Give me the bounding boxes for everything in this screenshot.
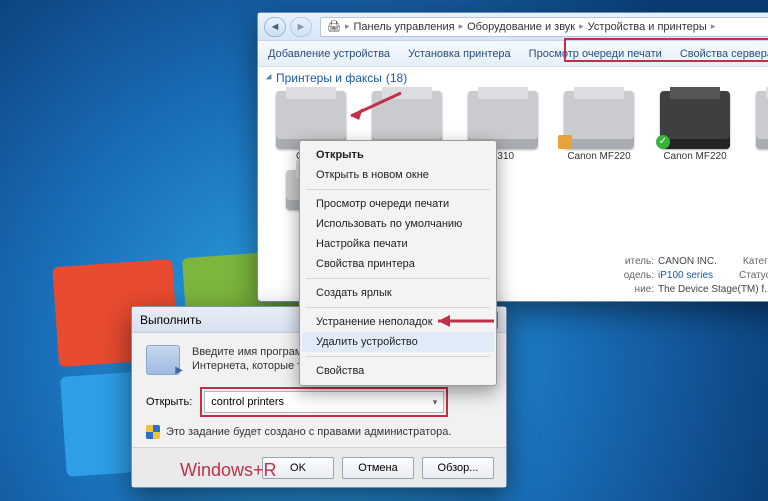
printer-label: Canon MF220: [663, 151, 726, 162]
section-header[interactable]: Принтеры и факсы (18): [258, 67, 768, 87]
titlebar[interactable]: ◄ ► 🖨 ▸ Панель управления ▸ Оборудование…: [258, 13, 768, 41]
breadcrumb-l3[interactable]: Устройства и принтеры: [588, 21, 707, 33]
chevron-right-icon: ▸: [579, 21, 584, 32]
hotkey-annotation: Windows+R: [180, 460, 277, 481]
detail-value: The Device Stage(TM) f...: [658, 284, 768, 295]
breadcrumb[interactable]: 🖨 ▸ Панель управления ▸ Оборудование и з…: [320, 17, 768, 37]
printer-item[interactable]: ✓ Canon MF220: [650, 91, 740, 162]
admin-note: Это задание будет создано с правами адми…: [166, 426, 451, 438]
run-icon: [146, 345, 180, 375]
detail-label: одель:: [606, 269, 654, 283]
ctx-properties[interactable]: Свойства: [302, 361, 494, 381]
details-pane: итель:CANON INC.Категория:Принтер одель:…: [606, 255, 768, 297]
breadcrumb-root[interactable]: Панель управления: [354, 21, 455, 33]
run-command-value: control printers: [211, 396, 284, 408]
cmd-add-printer[interactable]: Установка принтера: [408, 48, 511, 60]
ctx-printer-properties[interactable]: Свойства принтера: [302, 254, 494, 274]
uac-shield-icon: [146, 425, 160, 439]
ctx-open[interactable]: Открыть: [302, 145, 494, 165]
nav-forward-button[interactable]: ►: [290, 17, 312, 37]
printer-item[interactable]: Canon: [746, 91, 768, 162]
browse-button[interactable]: Обзор...: [422, 457, 494, 479]
cmd-add-device[interactable]: Добавление устройства: [268, 48, 390, 60]
chevron-down-icon: [266, 74, 274, 82]
chevron-right-icon: ▸: [711, 21, 716, 32]
context-menu: Открыть Открыть в новом окне Просмотр оч…: [299, 140, 497, 386]
nav-back-button[interactable]: ◄: [264, 17, 286, 37]
ctx-troubleshoot[interactable]: Устранение неполадок: [302, 312, 494, 332]
detail-value: CANON INC.: [658, 256, 717, 267]
command-bar: Добавление устройства Установка принтера…: [258, 41, 768, 67]
cmd-view-queue[interactable]: Просмотр очереди печати: [529, 48, 662, 60]
cmd-server-props[interactable]: Свойства сервера печат: [680, 48, 768, 60]
section-count: (18): [386, 71, 407, 85]
detail-label: Категория:: [743, 256, 768, 267]
overlay-icon: [558, 135, 572, 149]
run-title-text: Выполнить: [140, 313, 202, 327]
ctx-set-default[interactable]: Использовать по умолчанию: [302, 214, 494, 234]
open-label: Открыть:: [146, 396, 192, 408]
chevron-down-icon[interactable]: ▾: [433, 397, 438, 408]
annotation-highlight: control printers ▾: [200, 387, 448, 417]
printer-label: Canon MF220: [567, 151, 630, 162]
detail-label: итель:: [606, 255, 654, 269]
detail-label: Статус:: [739, 270, 768, 281]
ctx-open-new-window[interactable]: Открыть в новом окне: [302, 165, 494, 185]
detail-label: ние:: [606, 283, 654, 297]
detail-value[interactable]: iP100 series: [658, 270, 713, 281]
chevron-right-icon: ▸: [345, 21, 350, 32]
devices-icon: 🖨: [327, 20, 341, 33]
ctx-remove-device[interactable]: Удалить устройство: [302, 332, 494, 352]
default-check-icon: ✓: [656, 135, 670, 149]
section-title: Принтеры и факсы: [276, 71, 382, 85]
cancel-button[interactable]: Отмена: [342, 457, 414, 479]
breadcrumb-l2[interactable]: Оборудование и звук: [467, 21, 575, 33]
ctx-create-shortcut[interactable]: Создать ярлык: [302, 283, 494, 303]
run-command-input[interactable]: control printers ▾: [204, 391, 444, 413]
printer-item[interactable]: Canon MF220: [554, 91, 644, 162]
ctx-view-queue[interactable]: Просмотр очереди печати: [302, 194, 494, 214]
ctx-printing-preferences[interactable]: Настройка печати: [302, 234, 494, 254]
chevron-right-icon: ▸: [459, 21, 464, 32]
